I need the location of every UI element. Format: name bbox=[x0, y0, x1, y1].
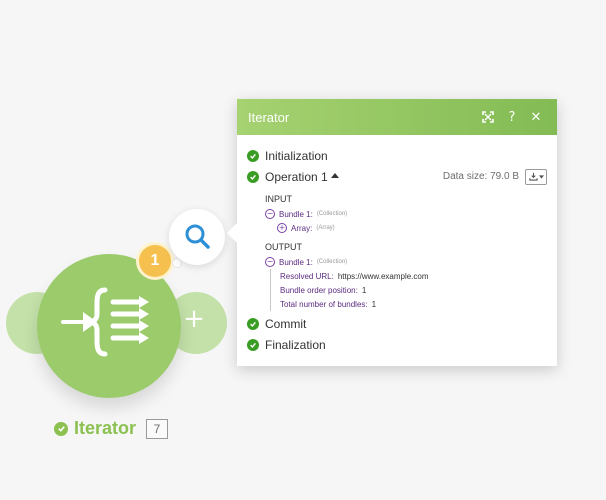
download-icon bbox=[528, 172, 538, 181]
success-check-icon bbox=[247, 170, 259, 183]
help-button[interactable]: ? bbox=[501, 106, 523, 128]
collapse-icon[interactable]: − bbox=[265, 209, 275, 219]
panel-title: Iterator bbox=[248, 109, 290, 125]
help-icon: ? bbox=[508, 109, 516, 125]
input-bundle-row[interactable]: − Bundle 1: (Collection) bbox=[265, 207, 547, 221]
section-label: Operation 1 bbox=[265, 169, 328, 184]
operations-count-badge[interactable]: 1 bbox=[139, 245, 171, 277]
bundle-key: Bundle 1: bbox=[279, 209, 313, 219]
bundle-key: Bundle 1: bbox=[279, 257, 313, 267]
expand-button[interactable] bbox=[477, 106, 499, 128]
search-icon bbox=[185, 224, 210, 249]
output-bundle-row[interactable]: − Bundle 1: (Collection) bbox=[265, 255, 547, 269]
section-label: Commit bbox=[265, 316, 307, 331]
success-check-icon bbox=[247, 317, 259, 330]
success-check-icon bbox=[247, 149, 259, 162]
collapse-icon[interactable]: − bbox=[265, 257, 275, 267]
execution-inspector-panel: Iterator ? ✕ Initialization Operation 1 … bbox=[227, 99, 557, 366]
module-number-box: 7 bbox=[146, 418, 169, 439]
field-value: https://www.example.com bbox=[337, 271, 429, 281]
field-value: 1 bbox=[371, 299, 377, 309]
success-check-icon bbox=[54, 421, 68, 436]
add-module-plus-icon[interactable]: + bbox=[180, 305, 208, 333]
section-finalization[interactable]: Finalization bbox=[247, 334, 547, 355]
section-initialization[interactable]: Initialization bbox=[247, 145, 547, 166]
success-check-icon bbox=[247, 338, 259, 351]
section-operation[interactable]: Operation 1 Data size: 79.0 B bbox=[247, 166, 547, 187]
section-commit[interactable]: Commit bbox=[247, 313, 547, 334]
panel-pointer bbox=[227, 223, 237, 243]
output-field-row[interactable]: Bundle order position: 1 bbox=[280, 283, 547, 297]
array-type: (Array) bbox=[316, 225, 335, 231]
section-label: Finalization bbox=[265, 337, 326, 352]
field-key: Bundle order position: bbox=[280, 285, 358, 295]
module-title: Iterator 7 bbox=[54, 418, 169, 439]
section-label: Initialization bbox=[265, 148, 328, 163]
bundle-type: (Collection) bbox=[316, 259, 348, 265]
iterator-icon bbox=[61, 287, 149, 357]
input-array-row[interactable]: + Array: (Array) bbox=[277, 221, 547, 235]
inspect-output-bubble[interactable] bbox=[169, 209, 225, 265]
array-key: Array: bbox=[291, 223, 313, 233]
output-fields: Resolved URL: https://www.example.com Bu… bbox=[270, 269, 547, 311]
field-value: 1 bbox=[361, 285, 367, 295]
field-key: Total number of bundles: bbox=[280, 299, 368, 309]
collapse-caret-icon[interactable] bbox=[330, 173, 339, 178]
expand-icon bbox=[482, 111, 494, 123]
bundle-type: (Collection) bbox=[316, 211, 348, 217]
output-heading: OUTPUT bbox=[265, 242, 302, 252]
output-field-row[interactable]: Resolved URL: https://www.example.com bbox=[280, 269, 547, 283]
chevron-down-icon bbox=[538, 174, 544, 179]
close-button[interactable]: ✕ bbox=[525, 106, 547, 128]
output-field-row[interactable]: Total number of bundles: 1 bbox=[280, 297, 547, 311]
module-name-label[interactable]: Iterator bbox=[74, 418, 136, 439]
scenario-canvas: + 1 Iterator 7 Iterator ? ✕ Initializati… bbox=[0, 0, 606, 500]
expand-icon[interactable]: + bbox=[277, 223, 287, 233]
input-heading: INPUT bbox=[265, 194, 292, 204]
field-key: Resolved URL: bbox=[280, 271, 334, 281]
panel-header: Iterator ? ✕ bbox=[237, 99, 557, 135]
data-size-area: Data size: 79.0 B bbox=[442, 168, 547, 185]
panel-body: Initialization Operation 1 Data size: 79… bbox=[237, 135, 557, 355]
close-icon: ✕ bbox=[530, 109, 542, 125]
download-output-button[interactable] bbox=[525, 168, 547, 185]
data-size-label: Data size: 79.0 B bbox=[442, 171, 519, 182]
